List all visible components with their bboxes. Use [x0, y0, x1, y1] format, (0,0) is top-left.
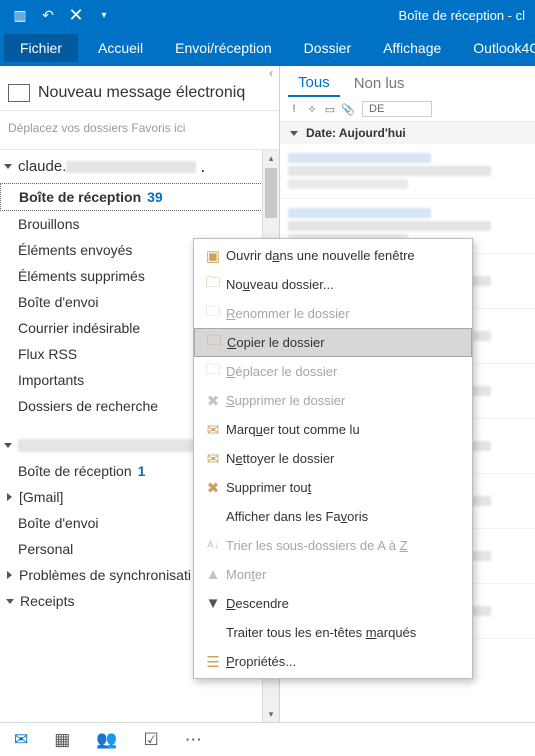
ctx-rename-folder: 🗀Renommer le dossier: [194, 299, 472, 328]
expand-icon[interactable]: [7, 571, 12, 579]
nav-mail-icon[interactable]: ✉: [14, 730, 28, 750]
ctx-move-down[interactable]: ▼Descendre: [194, 589, 472, 618]
expand-icon[interactable]: [7, 493, 12, 501]
delete-all-icon: ✖: [200, 479, 226, 497]
folder-icon: 🗀: [201, 330, 227, 355]
ctx-copy-folder[interactable]: 🗀Copier le dossier: [194, 328, 472, 357]
ctx-delete-folder: ✖Supprimer le dossier: [194, 386, 472, 415]
reminder-icon[interactable]: ✧: [304, 103, 320, 116]
window-title: Boîte de réception - cl: [399, 8, 525, 23]
folder-inbox[interactable]: Boîte de réception 39: [0, 183, 279, 211]
folder-drafts[interactable]: Brouillons: [0, 211, 279, 237]
filter-tabs: Tous Non lus: [280, 66, 535, 97]
window-icon: ▣: [200, 247, 226, 265]
delete-icon: ✖: [200, 392, 226, 410]
tab-all[interactable]: Tous: [288, 70, 340, 97]
ctx-delete-all[interactable]: ✖Supprimer tout: [194, 473, 472, 502]
date-group-header[interactable]: Date: Aujourd'hui: [280, 122, 535, 144]
qat-customize-icon[interactable]: ▾: [90, 2, 118, 28]
ctx-move-up: ▲Monter: [194, 560, 472, 589]
nav-people-icon[interactable]: 👥: [96, 730, 117, 750]
ctx-properties[interactable]: ☰Propriétés...: [194, 647, 472, 676]
tab-affichage[interactable]: Affichage: [371, 34, 453, 62]
folder-icon: 🗀: [200, 272, 226, 297]
icon-col[interactable]: ▭: [322, 103, 338, 116]
attachment-icon[interactable]: 📎: [340, 103, 356, 116]
list-item[interactable]: [280, 144, 535, 199]
favorites-hint: Déplacez vos dossiers Favoris ici: [0, 111, 279, 150]
new-message-button[interactable]: Nouveau message électroniq: [0, 80, 279, 111]
tab-accueil[interactable]: Accueil: [86, 34, 155, 62]
redacted-text: [18, 439, 198, 452]
expand-icon[interactable]: [4, 443, 12, 448]
new-message-label: Nouveau message électroniq: [38, 84, 245, 102]
ctx-process-headers[interactable]: Traiter tous les en-têtes marqués: [194, 618, 472, 647]
broom-icon: ✉: [200, 450, 226, 468]
envelope-icon: ✉: [200, 421, 226, 439]
nav-more-icon[interactable]: ⋯: [185, 730, 202, 750]
ctx-open-new-window[interactable]: ▣Ouvrir dans une nouvelle fenêtre: [194, 241, 472, 270]
ctx-mark-all-read[interactable]: ✉Marquer tout comme lu: [194, 415, 472, 444]
collapse-pane-icon[interactable]: ‹: [269, 66, 273, 80]
nav-tasks-icon[interactable]: ☑: [143, 730, 158, 750]
ctx-new-folder[interactable]: 🗀Nouveau dossier...: [194, 270, 472, 299]
folder-count: 39: [147, 189, 163, 205]
tab-dossier[interactable]: Dossier: [292, 34, 363, 62]
undo-icon[interactable]: ↶: [34, 2, 62, 28]
up-icon: ▲: [200, 566, 226, 583]
tab-envoi-reception[interactable]: Envoi/réception: [163, 34, 284, 62]
tab-unread[interactable]: Non lus: [344, 71, 415, 96]
down-icon: ▼: [200, 595, 226, 612]
ctx-show-favorites[interactable]: Afficher dans les Favoris: [194, 502, 472, 531]
quick-access-icon[interactable]: ▥: [6, 2, 34, 28]
expand-icon[interactable]: [4, 164, 12, 169]
importance-icon[interactable]: !: [286, 103, 302, 115]
expand-icon[interactable]: [6, 599, 14, 604]
folder-label: Boîte de réception: [19, 189, 141, 205]
account-header-1[interactable]: claude. .: [0, 150, 279, 183]
column-header-row: ! ✧ ▭ 📎 DE: [280, 97, 535, 122]
tab-outlook4gm[interactable]: Outlook4Gm: [461, 34, 535, 62]
properties-icon: ☰: [200, 653, 226, 671]
sort-icon: A↓: [200, 540, 226, 551]
close-icon[interactable]: ✕: [62, 2, 90, 28]
nav-calendar-icon[interactable]: ▦: [54, 730, 70, 750]
folder-icon: 🗀: [200, 301, 226, 326]
redacted-text: [66, 161, 196, 173]
account-name: claude.: [18, 158, 66, 175]
new-mail-icon: [8, 84, 30, 102]
ctx-clean-folder[interactable]: ✉Nettoyer le dossier: [194, 444, 472, 473]
from-column[interactable]: DE: [362, 101, 432, 117]
folder-icon: 🗀: [200, 359, 226, 384]
ribbon: Fichier Accueil Envoi/réception Dossier …: [0, 30, 535, 66]
account-trailing: .: [200, 156, 205, 177]
nav-bar: ✉ ▦ 👥 ☑ ⋯: [0, 722, 535, 756]
ctx-sort-az: A↓Trier les sous-dossiers de A à Z: [194, 531, 472, 560]
title-bar: ▥ ↶ ✕ ▾ Boîte de réception - cl: [0, 0, 535, 30]
collapse-group-icon[interactable]: [290, 131, 298, 136]
ctx-move-folder: 🗀Déplacer le dossier: [194, 357, 472, 386]
tab-file[interactable]: Fichier: [4, 34, 78, 62]
folder-context-menu: ▣Ouvrir dans une nouvelle fenêtre 🗀Nouve…: [193, 238, 473, 679]
